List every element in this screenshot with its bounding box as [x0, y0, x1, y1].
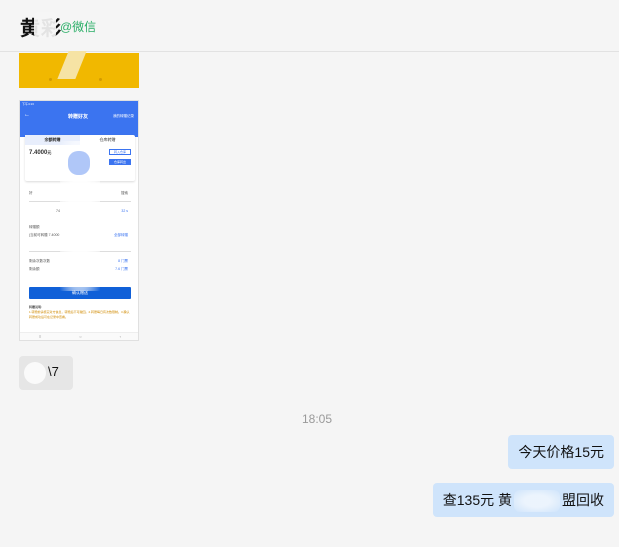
chat-timestamp: 18:05 [301, 412, 333, 426]
nav-back-icon: ‹ [119, 334, 121, 339]
image-message-screenshot[interactable]: 下午4:13 ← 转赠好友 我的转赠记录 余额转赠 仓库转赠 7.4000元 转… [19, 100, 139, 341]
name-redaction [34, 12, 56, 38]
image-dot [99, 78, 102, 81]
screenshot-redaction [68, 151, 90, 175]
incoming-message-bubble[interactable]: \7 [19, 356, 73, 390]
screenshot-row: 转赠额 [29, 225, 40, 229]
text-redaction [514, 490, 560, 513]
screenshot-row: 剩余次数次数 [29, 259, 50, 263]
back-icon: ← [24, 112, 30, 118]
incoming-message-text: \7 [48, 364, 59, 379]
outgoing-message-bubble[interactable]: 今天价格15元 [508, 435, 614, 469]
screenshot-title-right: 我的转赠记录 [113, 114, 134, 118]
contact-source-tag: @微信 [60, 20, 97, 34]
chat-header: 黄彩 @微信 [0, 0, 619, 52]
nav-home-icon: ○ [79, 334, 82, 339]
outgoing-message-text: 今天价格15元 [518, 444, 604, 460]
screenshot-row: 搜索 [121, 191, 128, 195]
screenshot-transfer-in: 转入仓库 [109, 149, 131, 155]
nav-menu-icon: ≡ [38, 334, 42, 339]
screenshot-row: 32 s [121, 209, 128, 213]
image-message-yellow[interactable] [19, 51, 139, 88]
redaction-blob [24, 362, 46, 384]
screenshot-nav-bar: ≡ ○ ‹ [20, 332, 138, 340]
screenshot-title-bar: ← 转赠好友 我的转赠记录 [20, 107, 138, 125]
screenshot-tips: 转赠说明: 1.转赠前请核实对方信息，转赠后不可撤回。2.转赠每日有次数限制。3… [29, 305, 131, 320]
screenshot-row: 好 [29, 191, 33, 195]
screenshot-row: 7.6 门票 [115, 267, 128, 271]
outgoing-message-text-post: 盟回收 [562, 492, 604, 508]
tips-text: 1.转赠前请核实对方信息，转赠后不可撤回。2.转赠每日有次数限制。3.确认转赠成… [29, 310, 130, 319]
amount-value: 7.4000 [29, 150, 48, 156]
image-content [57, 51, 87, 79]
image-dot [49, 78, 52, 81]
outgoing-message-text-pre: 查135元 黄 [442, 492, 512, 508]
screenshot-row: 全部转赠 [114, 233, 128, 237]
screenshot-row: 8 门票 [118, 259, 128, 263]
screenshot-transfer-out: 仓库转出 [109, 159, 131, 165]
screenshot-title: 转赠好友 [68, 114, 89, 120]
outgoing-message-bubble[interactable]: 查135元 黄 盟回收 [432, 483, 614, 517]
amount-unit: 元 [47, 150, 52, 155]
screenshot-row: (当前可转赠 7.4000 [29, 233, 60, 237]
screenshot-row: 剩余额 [29, 267, 40, 271]
screenshot-amount: 7.4000元 [29, 150, 51, 156]
